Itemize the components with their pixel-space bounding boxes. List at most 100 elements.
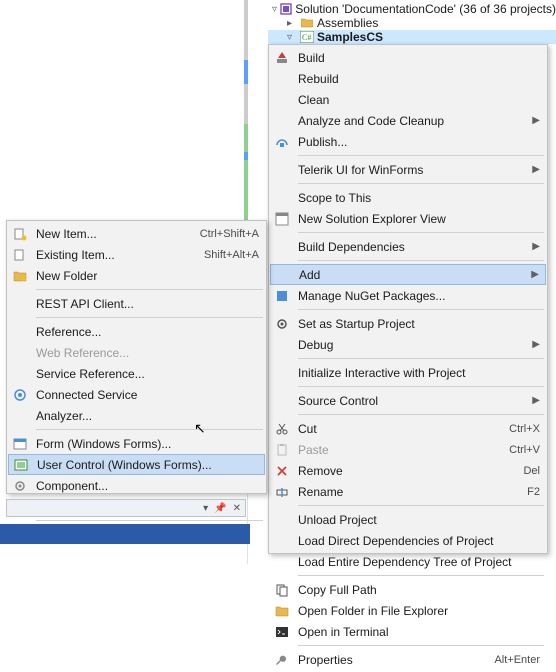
new-sol-view-item[interactable]: New Solution Explorer View [270, 208, 546, 229]
open-folder-item[interactable]: Open Folder in File Explorer [270, 600, 546, 621]
debug-item[interactable]: Debug▶ [270, 334, 546, 355]
connected-service-item[interactable]: Connected Service [8, 384, 265, 405]
separator [298, 155, 544, 156]
rest-api-item[interactable]: REST API Client... [8, 293, 265, 314]
rename-icon [272, 482, 292, 502]
add-submenu: New Item...Ctrl+Shift+A Existing Item...… [6, 220, 267, 494]
build-item[interactable]: Build [270, 47, 546, 68]
reference-item[interactable]: Reference... [8, 321, 265, 342]
submenu-arrow-icon: ▶ [527, 269, 539, 280]
solution-icon [280, 2, 292, 16]
unload-item[interactable]: Unload Project [270, 509, 546, 530]
new-folder-item[interactable]: New Folder [8, 265, 265, 286]
separator [298, 358, 544, 359]
status-bar [0, 524, 250, 544]
existing-item-item[interactable]: Existing Item...Shift+Alt+A [8, 244, 265, 265]
analyzer-item[interactable]: Analyzer... [8, 405, 265, 426]
new-item-item[interactable]: New Item...Ctrl+Shift+A [8, 223, 265, 244]
clean-item[interactable]: Clean [270, 89, 546, 110]
copy-icon [272, 580, 292, 600]
build-deps-item[interactable]: Build Dependencies▶ [270, 236, 546, 257]
telerik-item[interactable]: Telerik UI for WinForms▶ [270, 159, 546, 180]
tool-window-header[interactable]: ▾ 📌 ✕ [6, 499, 246, 517]
expand-icon[interactable]: ▸ [287, 18, 297, 29]
web-reference-item: Web Reference... [8, 342, 265, 363]
user-control-item[interactable]: User Control (Windows Forms)... [8, 454, 265, 475]
load-entire-item[interactable]: Load Entire Dependency Tree of Project [270, 551, 546, 572]
samplescs-label: SamplesCS [317, 30, 383, 44]
startup-item[interactable]: Set as Startup Project [270, 313, 546, 334]
form-winforms-item[interactable]: Form (Windows Forms)... [8, 433, 265, 454]
close-icon[interactable]: ✕ [233, 503, 241, 514]
user-control-icon [11, 455, 31, 475]
build-icon [272, 48, 292, 68]
separator [298, 645, 544, 646]
solution-node[interactable]: ▿ Solution 'DocumentationCode' (36 of 36… [268, 2, 556, 16]
rename-item[interactable]: RenameF2 [270, 481, 546, 502]
clipboard-icon [272, 440, 292, 460]
separator [36, 289, 263, 290]
submenu-arrow-icon: ▶ [528, 395, 540, 406]
separator [298, 386, 544, 387]
separator [298, 232, 544, 233]
separator [298, 505, 544, 506]
wrench-icon [272, 650, 292, 670]
add-item[interactable]: Add▶ [270, 264, 546, 285]
nuget-icon [272, 286, 292, 306]
component-icon [10, 476, 30, 496]
samplescs-node[interactable]: ▿ C# SamplesCS [268, 30, 556, 44]
cut-item[interactable]: CutCtrl+X [270, 418, 546, 439]
solution-explorer-tree[interactable]: ▿ Solution 'DocumentationCode' (36 of 36… [268, 0, 556, 44]
properties-item[interactable]: PropertiesAlt+Enter [270, 649, 546, 670]
assemblies-label: Assemblies [317, 16, 378, 30]
gear-icon [272, 314, 292, 334]
separator [298, 575, 544, 576]
separator [298, 260, 544, 261]
explorer-icon [272, 209, 292, 229]
separator [298, 183, 544, 184]
separator [36, 317, 263, 318]
init-interactive-item[interactable]: Initialize Interactive with Project [270, 362, 546, 383]
new-item-icon [10, 224, 30, 244]
remove-item[interactable]: RemoveDel [270, 460, 546, 481]
scissors-icon [272, 419, 292, 439]
rebuild-item[interactable]: Rebuild [270, 68, 546, 89]
form-icon [10, 434, 30, 454]
scope-item[interactable]: Scope to This [270, 187, 546, 208]
svg-text:C#: C# [302, 33, 311, 42]
separator [298, 309, 544, 310]
expand-icon[interactable]: ▿ [272, 4, 277, 15]
submenu-arrow-icon: ▶ [528, 115, 540, 126]
separator [298, 414, 544, 415]
analyze-item[interactable]: Analyze and Code Cleanup▶ [270, 110, 546, 131]
nuget-item[interactable]: Manage NuGet Packages... [270, 285, 546, 306]
folder-icon [300, 16, 314, 30]
service-reference-item[interactable]: Service Reference... [8, 363, 265, 384]
publish-item[interactable]: Publish... [270, 131, 546, 152]
pin-icon[interactable]: 📌 [214, 503, 226, 514]
component-item[interactable]: Component... [8, 475, 265, 496]
folder-open-icon [272, 601, 292, 621]
separator [36, 520, 263, 521]
paste-item: PasteCtrl+V [270, 439, 546, 460]
publish-icon [272, 132, 292, 152]
collapse-icon[interactable]: ▿ [287, 32, 297, 43]
submenu-arrow-icon: ▶ [528, 241, 540, 252]
open-terminal-item[interactable]: Open in Terminal [270, 621, 546, 642]
existing-item-icon [10, 245, 30, 265]
delete-icon [272, 461, 292, 481]
source-control-item[interactable]: Source Control▶ [270, 390, 546, 411]
csharp-project-icon: C# [300, 30, 314, 44]
separator [36, 429, 263, 430]
project-context-menu: Build Rebuild Clean Analyze and Code Cle… [268, 44, 548, 554]
copy-path-item[interactable]: Copy Full Path [270, 579, 546, 600]
change-indicator-bar [244, 0, 248, 220]
dropdown-icon[interactable]: ▾ [203, 503, 208, 514]
new-folder-icon [10, 266, 30, 286]
submenu-arrow-icon: ▶ [528, 339, 540, 350]
service-icon [10, 385, 30, 405]
assemblies-node[interactable]: ▸ Assemblies [268, 16, 556, 30]
load-direct-item[interactable]: Load Direct Dependencies of Project [270, 530, 546, 551]
submenu-arrow-icon: ▶ [528, 164, 540, 175]
terminal-icon [272, 622, 292, 642]
